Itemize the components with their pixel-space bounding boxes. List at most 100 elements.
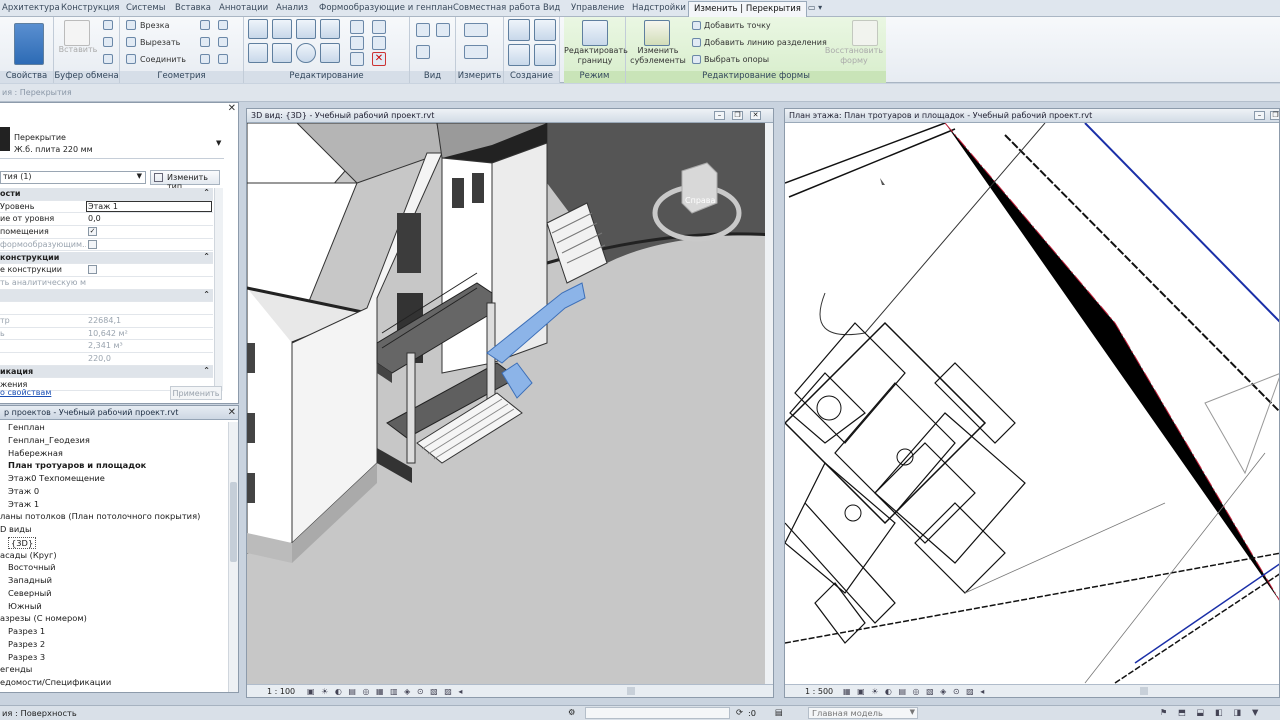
browser-item[interactable]: {3D} — [8, 536, 37, 549]
split-face-icon[interactable] — [218, 20, 228, 30]
minimize-icon[interactable]: – — [1254, 111, 1265, 120]
browser-item[interactable]: егенды — [0, 664, 32, 674]
plan-view-window[interactable]: План этажа: План тротуаров и площадок - … — [784, 108, 1280, 698]
browser-item[interactable]: Западный — [8, 575, 52, 585]
paste-icon[interactable] — [64, 20, 90, 46]
restore-icon[interactable]: ❐ — [1270, 111, 1279, 120]
view-cube-label[interactable]: Справа — [685, 196, 716, 205]
scale-icon[interactable] — [372, 36, 386, 50]
property-row[interactable]: ь 10,642 м² — [0, 328, 213, 341]
property-row[interactable]: 2,341 м³ — [0, 340, 213, 354]
type-selector[interactable]: Перекрытие Ж.б. плита 220 мм ▼ — [0, 119, 224, 159]
tab-analyze[interactable]: Анализ — [276, 3, 308, 17]
property-value[interactable]: 10,642 м² — [88, 329, 128, 338]
view-3d-vscrollbar[interactable] — [765, 123, 773, 685]
close-icon[interactable]: ✕ — [228, 407, 236, 418]
tab-view[interactable]: Вид — [543, 3, 560, 17]
property-value[interactable]: 0,0 — [88, 214, 101, 223]
property-value[interactable]: 2,341 м³ — [88, 341, 123, 350]
browser-item[interactable]: Разрез 2 — [8, 639, 45, 649]
split-icon[interactable] — [350, 20, 364, 34]
selection-filter-icons[interactable]: ⚑ ⬒ ⬓ ◧ ◨ ▼ — [1160, 707, 1262, 717]
pick-supports-button[interactable]: Выбрать опоры — [704, 55, 769, 64]
add-point-button[interactable]: Добавить точку — [704, 21, 771, 30]
browser-item[interactable]: D виды — [0, 524, 32, 534]
create-parts-icon[interactable] — [534, 19, 556, 41]
property-section[interactable]: ⌃ — [0, 289, 213, 303]
design-option-dropdown[interactable]: Главная модель ▼ — [808, 707, 918, 719]
property-row[interactable]: 220,0 — [0, 353, 213, 366]
browser-item[interactable]: Генплан_Геодезия — [8, 435, 90, 445]
create-group-icon[interactable] — [508, 44, 530, 66]
property-row[interactable]: помещения ✓ — [0, 226, 213, 239]
browser-scrollbar[interactable] — [228, 422, 238, 692]
tab-structure[interactable]: Конструкция — [61, 3, 119, 17]
modify-subelements-button[interactable]: Изменить субэлементы — [628, 46, 688, 66]
scroll-thumb-icon[interactable] — [627, 687, 635, 695]
view-scale[interactable]: 1 : 500 — [805, 687, 833, 696]
browser-item[interactable]: едомости/Спецификации — [0, 677, 111, 687]
property-row[interactable]: тр 22684,1 — [0, 315, 213, 328]
property-checkbox[interactable] — [88, 239, 97, 249]
hide-in-view-icon[interactable] — [416, 23, 430, 37]
design-options-icon[interactable]: ▤ — [775, 707, 783, 717]
property-row[interactable]: е конструкции — [0, 264, 213, 277]
mirror-draw-icon[interactable] — [320, 19, 340, 39]
property-value[interactable]: 220,0 — [88, 354, 111, 363]
tab-modify-floors[interactable]: Изменить | Перекрытия — [688, 1, 807, 17]
align-icon[interactable] — [248, 19, 268, 39]
apply-button[interactable]: Применить — [170, 386, 222, 400]
override-graphics-icon[interactable] — [436, 23, 450, 37]
pin-icon[interactable] — [350, 52, 364, 66]
add-split-line-button[interactable]: Добавить линию разделения — [704, 38, 827, 47]
edit-boundary-button[interactable]: Редактировать границу — [564, 46, 628, 66]
view-control-icons[interactable]: ▣ ☀ ◐ ▤ ◎ ▦ ▥ ◈ ⊙ ▧ ▨ ◂ — [307, 687, 464, 696]
property-row[interactable]: ие от уровня 0,0 — [0, 213, 213, 227]
tab-massing-site[interactable]: Формообразующие и генплан — [319, 3, 453, 17]
property-row[interactable] — [0, 302, 213, 315]
browser-item[interactable]: Этаж 0 — [8, 486, 39, 496]
split-gap-icon[interactable] — [372, 20, 386, 34]
view-3d-window[interactable]: 3D вид: {3D} - Учебный рабочий проект.rv… — [246, 108, 774, 698]
properties-help-link[interactable]: о свойствам — [0, 388, 51, 397]
dimension-icon[interactable] — [464, 45, 488, 59]
browser-item[interactable]: Южный — [8, 601, 42, 611]
plan-canvas[interactable] — [785, 123, 1280, 685]
property-value[interactable]: 22684,1 — [88, 316, 121, 325]
tab-architecture[interactable]: Архитектура — [2, 3, 60, 17]
remove-paint-icon[interactable] — [218, 54, 228, 64]
rotate-icon[interactable] — [296, 43, 316, 63]
tab-systems[interactable]: Системы — [126, 3, 165, 17]
array-icon[interactable] — [350, 36, 364, 50]
browser-item[interactable]: Северный — [8, 588, 52, 598]
browser-item[interactable]: азрезы (С номером) — [0, 613, 87, 623]
tab-addins[interactable]: Надстройки — [632, 3, 686, 17]
collapse-icon[interactable]: ⌃ — [203, 188, 210, 197]
cut-clip-icon[interactable] — [103, 37, 113, 47]
properties-scrollbar[interactable] — [214, 188, 223, 391]
close-icon[interactable]: ✕ — [228, 103, 236, 114]
property-row[interactable]: формообразующим... — [0, 239, 213, 252]
property-section[interactable]: икация ⌃ — [0, 365, 213, 379]
demolish-icon[interactable] — [218, 37, 228, 47]
view-scale[interactable]: 1 : 100 — [267, 687, 295, 696]
browser-item[interactable]: Восточный — [8, 562, 56, 572]
join-geometry-button[interactable]: Соединить — [140, 55, 186, 64]
offset-icon[interactable] — [272, 19, 292, 39]
mirror-axis-icon[interactable] — [296, 19, 316, 39]
close-icon[interactable]: ✕ — [750, 111, 761, 120]
create-similar-icon[interactable] — [534, 44, 556, 66]
property-row[interactable]: Уровень Этаж 1 — [0, 200, 213, 214]
scrollbar-thumb[interactable] — [230, 482, 237, 562]
browser-item[interactable]: асады (Круг) — [0, 550, 57, 560]
paste-button[interactable]: Вставить — [58, 45, 98, 55]
properties-icon[interactable] — [14, 23, 44, 65]
match-type-icon[interactable] — [103, 54, 113, 64]
browser-item[interactable]: Разрез 3 — [8, 652, 45, 662]
create-assembly-icon[interactable] — [508, 19, 530, 41]
workset-dropdown[interactable] — [585, 707, 730, 719]
browser-item[interactable]: Этаж 1 — [8, 499, 39, 509]
cut-geometry-button[interactable]: Вырезать — [140, 38, 180, 47]
model-3d-canvas[interactable]: Справа — [247, 123, 773, 685]
property-row[interactable]: ть аналитическую м... — [0, 277, 213, 290]
